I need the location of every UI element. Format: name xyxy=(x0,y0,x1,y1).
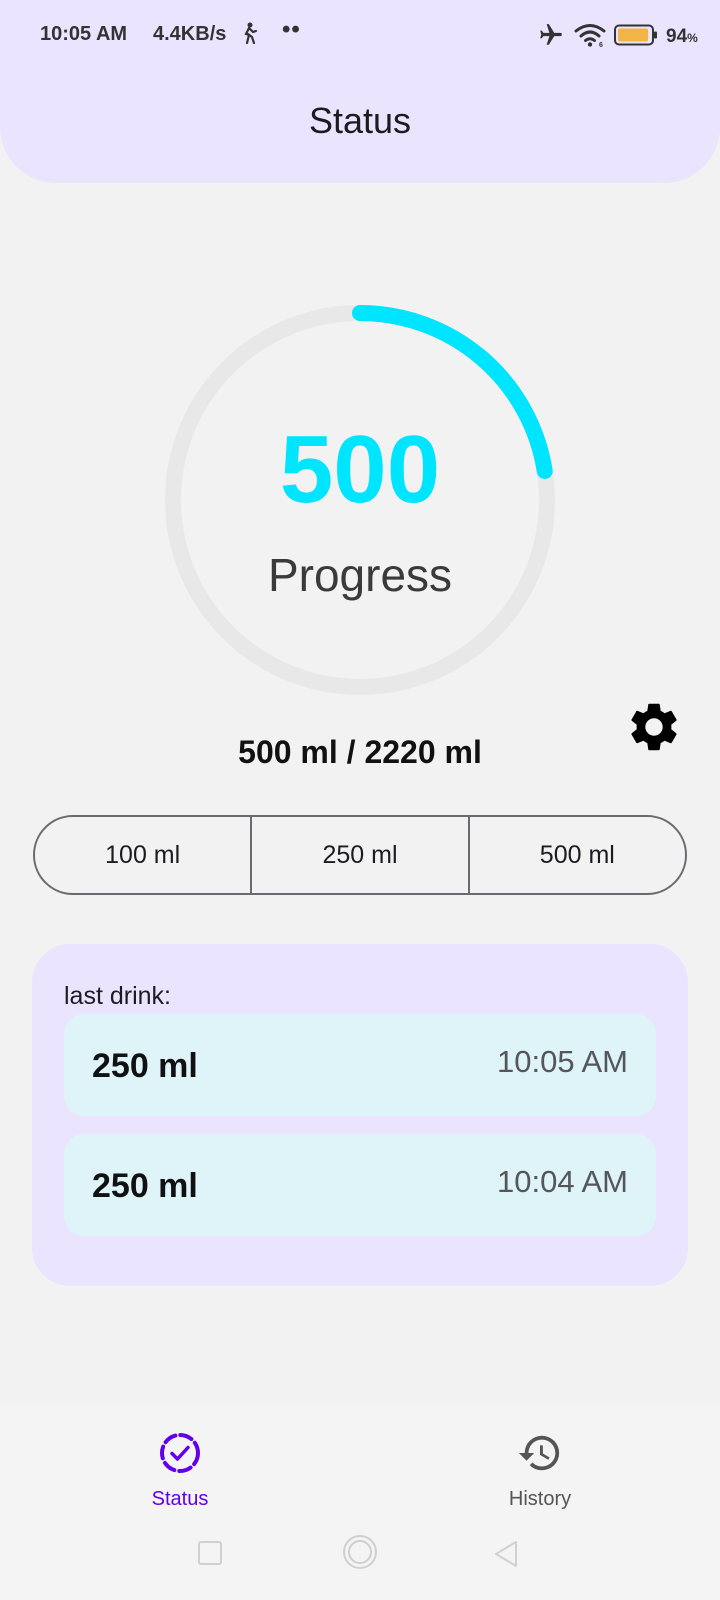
add-500ml-button[interactable]: 500 ml xyxy=(467,817,685,893)
svg-text:6: 6 xyxy=(599,42,603,48)
drink-time: 10:04 AM xyxy=(497,1164,628,1199)
nav-label-status: Status xyxy=(151,1488,209,1510)
back-triangle-icon[interactable] xyxy=(493,1540,519,1568)
progress-label: Progress xyxy=(267,549,453,601)
network-speed: 4.4KB/s xyxy=(153,23,227,45)
notification-dots: •• xyxy=(282,16,301,43)
wifi-icon: 6 xyxy=(574,24,606,48)
recents-square-icon[interactable] xyxy=(198,1541,222,1565)
person-icon xyxy=(244,22,258,44)
page-title: Status xyxy=(308,100,412,141)
nav-tab-history[interactable]: History xyxy=(460,1430,620,1520)
airplane-mode-icon xyxy=(540,24,562,45)
drink-amount: 250 ml xyxy=(92,1167,198,1205)
drink-time: 10:05 AM xyxy=(497,1044,628,1079)
status-bar: 10:05 AM 4.4KB/s •• 6 94% xyxy=(0,0,720,70)
battery-percent: 94% xyxy=(666,26,698,47)
status-check-icon xyxy=(160,1433,200,1473)
quick-add-selector: 100 ml 250 ml 500 ml xyxy=(33,815,687,895)
history-icon xyxy=(518,1435,560,1471)
last-drink-label: last drink: xyxy=(64,982,171,1010)
battery-icon xyxy=(614,24,657,46)
add-100ml-button[interactable]: 100 ml xyxy=(35,817,250,893)
drink-amount: 250 ml xyxy=(92,1047,198,1085)
drink-list-item[interactable]: 250 ml 10:05 AM xyxy=(64,1014,656,1116)
system-navigation-bar xyxy=(0,1530,720,1580)
drink-list-item[interactable]: 250 ml 10:04 AM xyxy=(64,1134,656,1236)
last-drink-card: last drink: 250 ml 10:05 AM 250 ml 10:04… xyxy=(32,944,688,1286)
add-250ml-button[interactable]: 250 ml xyxy=(250,817,467,893)
nav-tab-status[interactable]: Status xyxy=(100,1430,260,1520)
nav-label-history: History xyxy=(508,1488,572,1510)
progress-value: 500 xyxy=(279,416,441,523)
intake-summary: 500 ml / 2220 ml xyxy=(238,734,482,770)
status-time: 10:05 AM xyxy=(40,23,128,45)
home-circle-icon[interactable] xyxy=(342,1534,378,1570)
